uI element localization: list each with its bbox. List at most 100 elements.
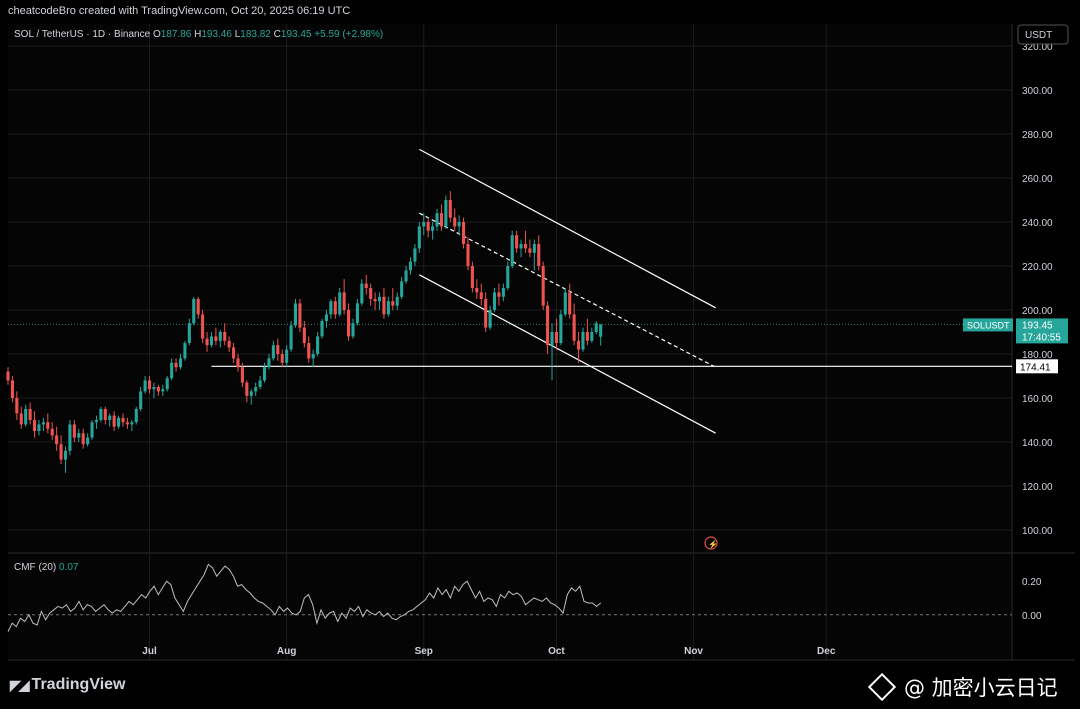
candle-body[interactable] [532, 244, 536, 253]
candle-body[interactable] [178, 358, 183, 368]
candle-body[interactable] [161, 389, 165, 392]
candle-body[interactable] [439, 213, 443, 227]
candle-body[interactable] [599, 324, 603, 337]
candle-body[interactable] [377, 296, 382, 302]
candle-body[interactable] [214, 336, 218, 341]
candle-body[interactable] [519, 244, 523, 249]
candle-body[interactable] [316, 336, 320, 354]
candle-body[interactable] [223, 332, 227, 341]
candle-body[interactable] [6, 371, 10, 381]
candle-body[interactable] [165, 378, 169, 390]
candle-body[interactable] [422, 222, 426, 227]
candle-body[interactable] [554, 332, 558, 343]
candle-body[interactable] [546, 305, 550, 346]
candle-body[interactable] [444, 200, 448, 227]
candle-body[interactable] [585, 332, 589, 341]
candle-body[interactable] [289, 325, 293, 350]
candle-body[interactable] [143, 380, 147, 392]
candle-body[interactable] [523, 244, 528, 249]
candle-body[interactable] [537, 244, 541, 266]
candle-body[interactable] [249, 391, 253, 396]
candle-body[interactable] [329, 301, 333, 315]
candle-body[interactable] [201, 314, 205, 339]
candle-body[interactable] [510, 235, 514, 266]
candle-body[interactable] [41, 422, 45, 425]
candle-body[interactable] [205, 338, 209, 346]
candle-body[interactable] [492, 292, 497, 310]
candle-body[interactable] [395, 296, 399, 306]
candle-body[interactable] [15, 398, 19, 414]
candle-body[interactable] [413, 248, 417, 262]
candle-body[interactable] [391, 301, 395, 306]
candle-body[interactable] [280, 354, 284, 363]
candle-body[interactable] [192, 299, 196, 324]
candle-body[interactable] [386, 301, 390, 315]
candle-body[interactable] [563, 292, 567, 315]
candle-body[interactable] [475, 288, 479, 293]
candle-body[interactable] [174, 362, 178, 368]
candle-body[interactable] [506, 266, 510, 288]
candle-body[interactable] [369, 288, 373, 299]
candle-body[interactable] [28, 409, 32, 420]
price-chart[interactable]: 320.00300.00280.00260.00240.00220.00200.… [0, 0, 1080, 709]
candle-body[interactable] [435, 213, 439, 227]
candle-body[interactable] [302, 327, 306, 343]
candle-body[interactable] [156, 387, 160, 392]
candle-body[interactable] [373, 299, 377, 302]
candle-body[interactable] [183, 343, 187, 359]
candle-body[interactable] [431, 226, 435, 231]
candle-body[interactable] [134, 409, 138, 423]
candle-body[interactable] [559, 314, 563, 343]
candle-body[interactable] [125, 422, 129, 425]
candle-body[interactable] [528, 248, 532, 253]
candle-body[interactable] [479, 292, 483, 299]
candle-body[interactable] [218, 332, 222, 341]
candle-body[interactable] [108, 415, 112, 420]
candle-body[interactable] [453, 217, 457, 227]
candle-body[interactable] [59, 444, 63, 460]
candle-body[interactable] [541, 266, 545, 306]
candle-body[interactable] [457, 222, 461, 227]
candle-body[interactable] [594, 323, 598, 332]
candle-body[interactable] [10, 380, 14, 398]
candle-body[interactable] [408, 261, 413, 271]
candle-body[interactable] [254, 387, 258, 392]
candle-body[interactable] [32, 420, 37, 431]
candle-body[interactable] [333, 301, 337, 315]
candle-body[interactable] [550, 332, 554, 346]
candle-body[interactable] [99, 409, 103, 420]
candle-body[interactable] [382, 296, 386, 315]
candle-body[interactable] [342, 292, 346, 310]
candle-body[interactable] [351, 323, 355, 337]
candle-body[interactable] [209, 336, 214, 346]
candle-body[interactable] [488, 310, 492, 328]
candle-body[interactable] [448, 200, 452, 218]
candle-body[interactable] [293, 303, 298, 326]
candle-body[interactable] [232, 347, 236, 359]
candle-body[interactable] [324, 314, 328, 321]
candle-body[interactable] [112, 415, 116, 427]
candle-body[interactable] [501, 288, 505, 297]
candle-body[interactable] [581, 332, 585, 350]
candle-body[interactable] [347, 310, 351, 337]
candle-body[interactable] [262, 367, 267, 381]
candle-body[interactable] [311, 354, 315, 359]
candle-body[interactable] [130, 422, 134, 425]
candle-body[interactable] [46, 422, 50, 429]
candle-body[interactable] [152, 387, 156, 390]
candle-body[interactable] [227, 340, 231, 348]
candle-body[interactable] [68, 424, 72, 451]
candle-body[interactable] [470, 266, 474, 288]
candle-body[interactable] [515, 235, 519, 249]
candle-body[interactable] [86, 437, 90, 445]
candle-body[interactable] [338, 292, 342, 315]
candle-body[interactable] [462, 222, 466, 244]
candle-body[interactable] [426, 222, 430, 231]
candle-body[interactable] [590, 332, 594, 341]
candle-body[interactable] [170, 362, 174, 379]
candle-body[interactable] [360, 283, 364, 304]
candle-body[interactable] [245, 382, 249, 396]
candle-body[interactable] [320, 321, 324, 337]
candle-body[interactable] [572, 314, 576, 341]
candle-body[interactable] [240, 367, 244, 383]
